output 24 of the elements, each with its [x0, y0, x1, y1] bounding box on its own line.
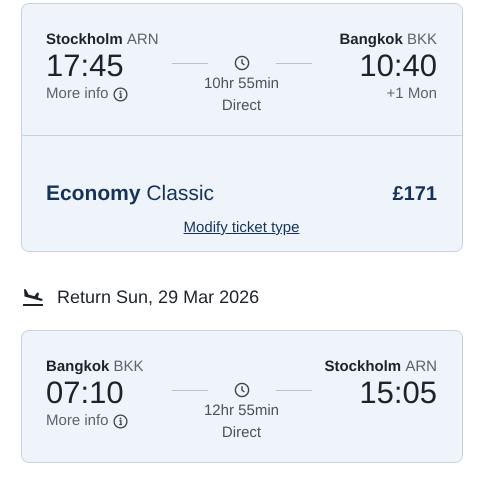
- return-date-heading: Return Sun, 29 Mar 2026: [57, 286, 260, 309]
- info-icon: [112, 86, 128, 102]
- landing-plane-icon: [22, 287, 44, 307]
- more-info-link[interactable]: More info: [46, 411, 128, 431]
- stops-label: Direct: [222, 423, 262, 443]
- arrival-time: 15:05: [359, 376, 437, 410]
- arrival-city: Stockholm ARN: [324, 358, 437, 376]
- flight-duration: 12hr 55min: [204, 401, 280, 421]
- fare-class: Economy Classic: [46, 181, 214, 207]
- departure-time: 07:10: [46, 376, 125, 410]
- more-info-link[interactable]: More info: [46, 84, 128, 104]
- departure-time: 17:45: [46, 49, 125, 83]
- departure-city: Stockholm ARN: [46, 31, 160, 49]
- info-icon: [112, 414, 128, 428]
- flight-duration: 10hr 55min: [204, 74, 280, 94]
- arrival-city: Bangkok BKK: [339, 31, 437, 49]
- clock-icon: [234, 382, 250, 398]
- clock-icon: [234, 55, 250, 71]
- day-offset: +1 Mon: [386, 84, 437, 104]
- stops-label: Direct: [222, 96, 262, 116]
- fare-price: £171: [392, 182, 437, 207]
- departure-city: Bangkok BKK: [46, 358, 145, 376]
- arrival-time: 10:40: [359, 49, 437, 83]
- modify-ticket-link[interactable]: Modify ticket type: [184, 218, 300, 238]
